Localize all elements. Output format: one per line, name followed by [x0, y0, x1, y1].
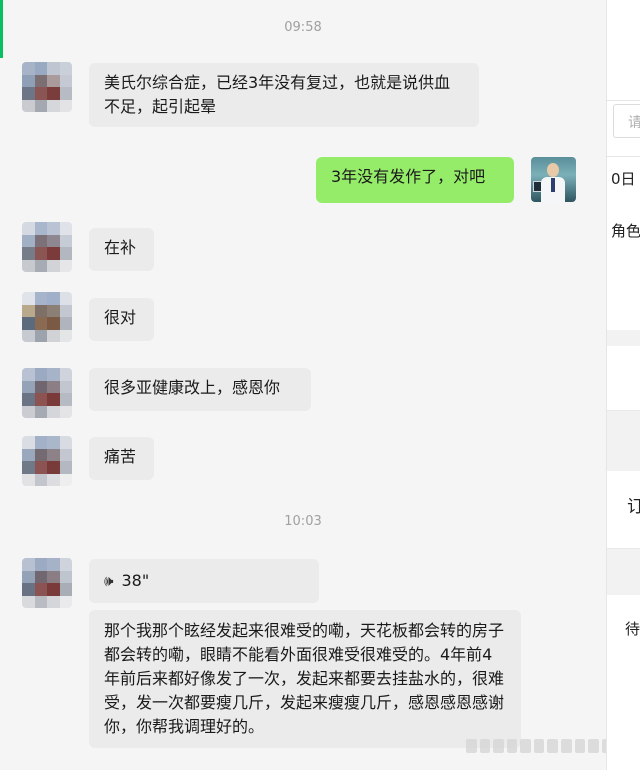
message-bubble[interactable]: 在补 [89, 228, 154, 271]
my-avatar[interactable] [531, 157, 576, 202]
side-input-placeholder: 请 [628, 112, 640, 132]
side-block [607, 549, 640, 595]
side-text: 角色 [611, 222, 640, 240]
avatar-tie [551, 178, 555, 192]
chat-window: 09:58 美氏尔综合症，已经3年没有复过，也就是说供血不足，起引起晕 3年没有… [0, 0, 606, 770]
side-text: 订 [627, 492, 640, 517]
side-text: 0日 [611, 170, 636, 188]
side-panel: 请 0日 角色 订 待 [606, 0, 640, 770]
side-block [607, 411, 640, 471]
side-block [607, 330, 640, 346]
divider [607, 100, 640, 101]
timestamp: 09:58 [284, 20, 322, 35]
message-bubble[interactable]: 很对 [89, 298, 154, 341]
voice-message[interactable]: 🔊︎ 38" [89, 559, 319, 603]
message-bubble[interactable]: 美氏尔综合症，已经3年没有复过，也就是说供血不足，起引起晕 [89, 63, 479, 127]
avatar[interactable] [22, 62, 72, 112]
voice-duration: 38" [121, 571, 150, 590]
side-text: 待 [625, 620, 640, 638]
avatar[interactable] [22, 368, 72, 418]
message-bubble[interactable]: 很多亚健康改上，感恩你 [89, 368, 311, 411]
message-bubble-me[interactable]: 3年没有发作了，对吧 [316, 157, 514, 203]
timestamp: 10:03 [284, 514, 322, 529]
avatar[interactable] [22, 558, 72, 608]
message-bubble[interactable]: 痛苦 [89, 437, 154, 480]
avatar-head [547, 163, 559, 177]
message-bubble[interactable]: 那个我那个眩经发起来很难受的嘞，天花板都会转的房子都会转的嘞，眼睛不能看外面很难… [89, 610, 521, 748]
side-input[interactable]: 请 [613, 104, 640, 138]
divider [607, 156, 640, 157]
avatar[interactable] [22, 222, 72, 272]
watermark [466, 735, 606, 757]
avatar[interactable] [22, 436, 72, 486]
voice-wave-icon: 🔊︎ [104, 572, 114, 590]
avatar[interactable] [22, 292, 72, 342]
